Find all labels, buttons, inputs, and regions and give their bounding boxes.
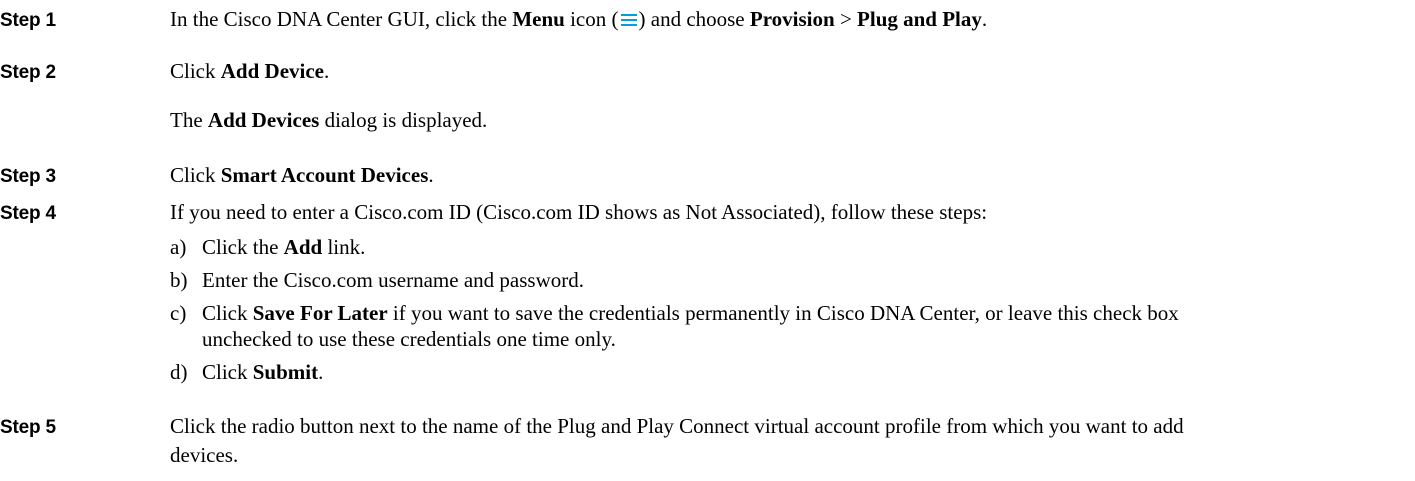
text-run: Click — [170, 59, 221, 83]
step-2-note: The Add Devices dialog is displayed. — [170, 107, 487, 133]
text-run: > — [834, 7, 858, 31]
step-5-label: Step 5 — [0, 417, 56, 438]
step-1-text: In the Cisco DNA Center GUI, click the M… — [170, 6, 987, 33]
step-3-label: Step 3 — [0, 166, 56, 187]
text-run: Click the — [202, 235, 284, 259]
text-run: If you need to enter a Cisco.com ID (Cis… — [170, 200, 988, 224]
save-for-later-term: Save For Later — [252, 301, 388, 325]
step-5-continuation: devices. — [170, 443, 239, 467]
substep-d-letter: d) — [170, 360, 188, 384]
step-3-text: Click Smart Account Devices. — [170, 162, 434, 188]
hamburger-menu-icon — [620, 7, 637, 33]
text-run: In the Cisco DNA Center GUI, click the — [170, 7, 513, 31]
text-run: Click — [170, 163, 221, 187]
add-devices-term: Add Devices — [207, 108, 320, 132]
submit-term: Submit — [252, 360, 319, 384]
text-run: . — [324, 59, 330, 83]
substep-c-continuation: unchecked to use these credentials one t… — [202, 327, 616, 351]
smart-account-devices-term: Smart Account Devices — [220, 163, 429, 187]
text-run: icon ( — [564, 7, 619, 31]
text-run: The — [170, 108, 208, 132]
text-run: if you want to save the credentials perm… — [387, 301, 1179, 325]
text-run: dialog is displayed. — [319, 108, 488, 132]
text-run: Click the radio button next to the name … — [170, 414, 1184, 438]
step-2-label: Step 2 — [0, 62, 56, 83]
text-run: . — [428, 163, 434, 187]
substep-b-text: Enter the Cisco.com username and passwor… — [202, 267, 584, 293]
substep-c-text: Click Save For Later if you want to save… — [202, 300, 1179, 326]
text-run: Enter the Cisco.com username and passwor… — [202, 268, 584, 292]
substep-d-text: Click Submit. — [202, 359, 323, 385]
text-run: ) and choose — [638, 7, 750, 31]
substep-a-letter: a) — [170, 235, 187, 259]
text-run: Click — [202, 301, 253, 325]
text-run: link. — [322, 235, 366, 259]
text-run: . — [318, 360, 324, 384]
provision-term: Provision — [749, 7, 835, 31]
substep-b-letter: b) — [170, 268, 188, 292]
step-4-label: Step 4 — [0, 203, 56, 224]
add-device-term: Add Device — [220, 59, 324, 83]
step-5-text: Click the radio button next to the name … — [170, 413, 1184, 439]
substep-a-text: Click the Add link. — [202, 234, 365, 260]
step-1-label: Step 1 — [0, 10, 56, 31]
plug-and-play-term: Plug and Play — [857, 7, 982, 31]
menu-term: Menu — [512, 7, 565, 31]
step-2-text: Click Add Device. — [170, 58, 329, 84]
substep-c-letter: c) — [170, 301, 187, 325]
add-link-term: Add — [283, 235, 323, 259]
text-run: Click — [202, 360, 253, 384]
text-run: . — [981, 7, 988, 31]
step-4-text: If you need to enter a Cisco.com ID (Cis… — [170, 199, 987, 225]
